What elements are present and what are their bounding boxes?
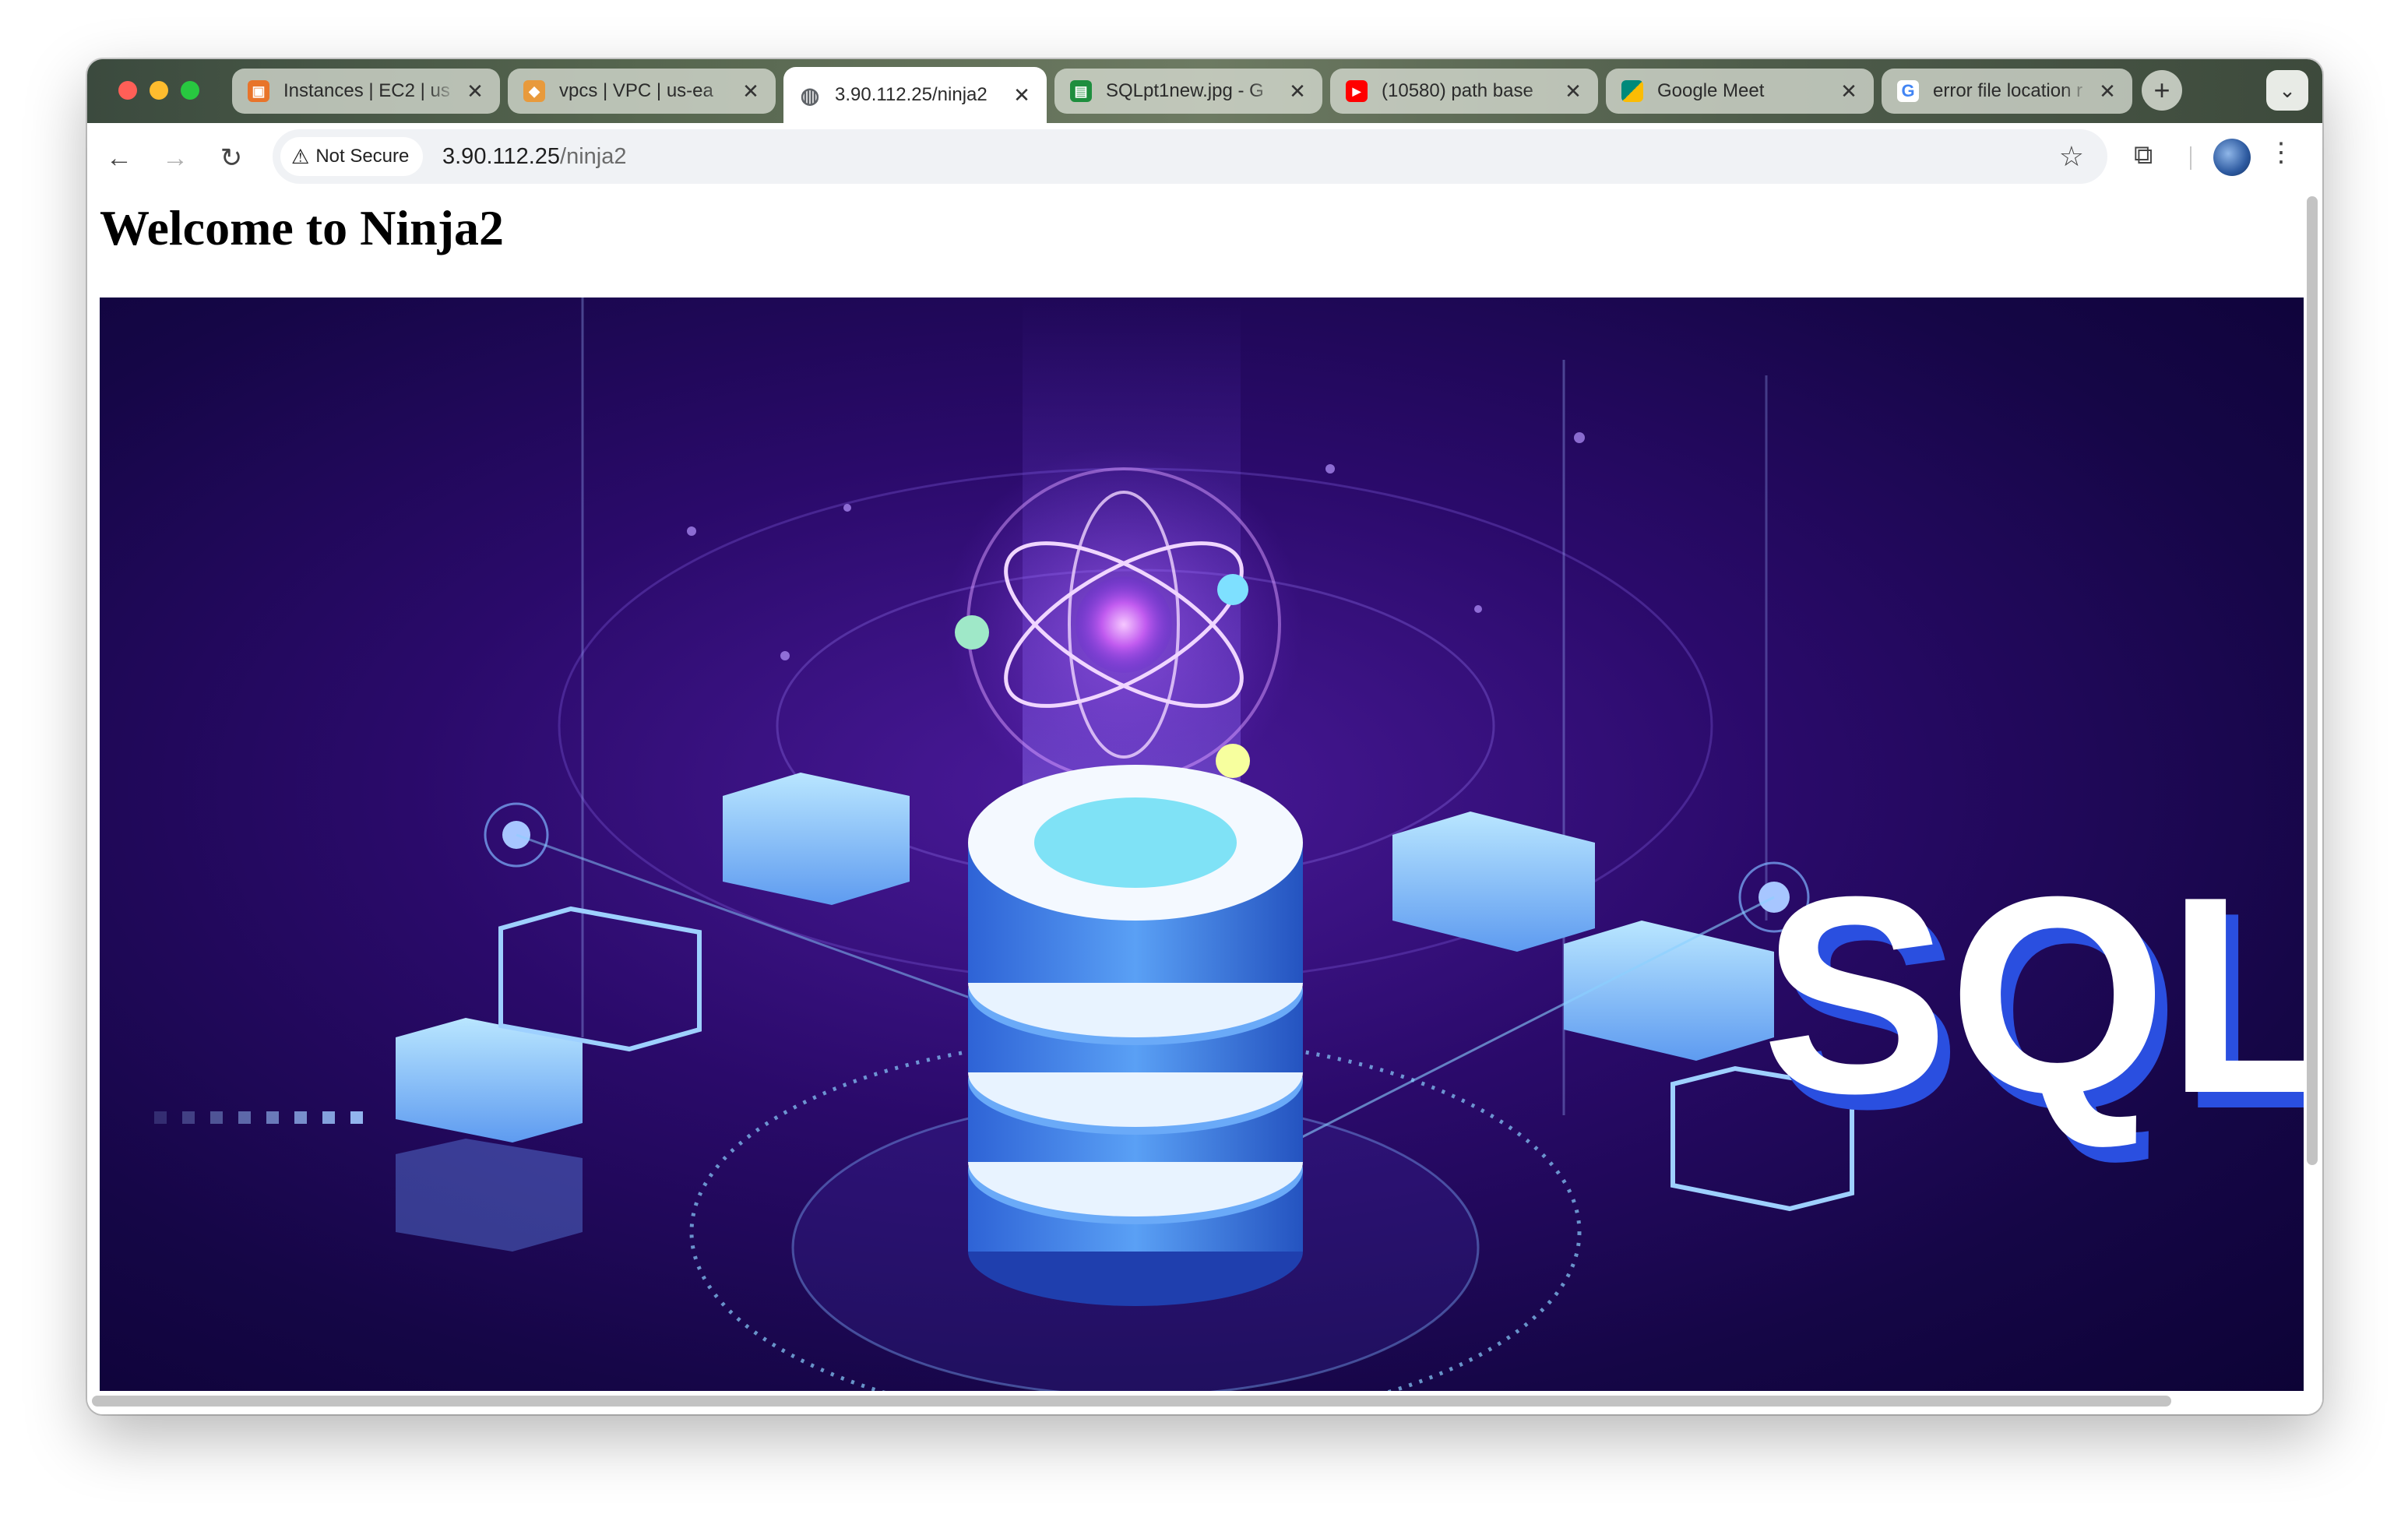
aws-ec2-icon: ▣ <box>248 80 269 102</box>
tab-search-chevron-icon[interactable]: ⌄ <box>2266 70 2308 111</box>
tab-title: Instances | EC2 | us <box>283 80 450 101</box>
tab-strip: ▣ Instances | EC2 | us ✕ ◆ vpcs | VPC | … <box>87 59 2322 123</box>
tab-ec2-instances[interactable]: ▣ Instances | EC2 | us ✕ <box>232 69 500 114</box>
tab-title: SQLpt1new.jpg - G <box>1106 80 1264 101</box>
url-path: /ninja2 <box>560 144 627 169</box>
close-icon[interactable]: ✕ <box>1838 79 1860 103</box>
more-menu-icon[interactable]: ⋮ <box>2268 137 2294 168</box>
hero-sql-text: SQL <box>1762 839 2304 1152</box>
database-illustration: SQL SQL <box>154 298 2304 1391</box>
close-icon[interactable]: ✕ <box>2096 79 2118 103</box>
new-tab-button[interactable]: + <box>2142 70 2182 111</box>
google-meet-icon <box>1621 80 1643 102</box>
close-icon[interactable]: ✕ <box>1562 79 1584 103</box>
page-heading: Welcome to Ninja2 <box>100 200 504 255</box>
page-content: Welcome to Ninja2 SQL SQL <box>87 193 2322 1414</box>
tab-title: Google Meet <box>1657 80 1765 101</box>
tab-youtube[interactable]: ▶ (10580) path base ✕ <box>1330 69 1598 114</box>
close-window-button[interactable] <box>118 81 137 100</box>
back-arrow-icon[interactable]: ← <box>101 140 137 176</box>
not-secure-chip[interactable]: ⚠ Not Secure <box>280 137 424 176</box>
close-icon[interactable]: ✕ <box>1011 83 1033 107</box>
toolbar-divider <box>2190 146 2191 170</box>
url-text[interactable]: 3.90.112.25/ninja2 <box>442 144 627 170</box>
minimize-window-button[interactable] <box>150 81 168 100</box>
tab-title: vpcs | VPC | us-ea <box>559 80 713 101</box>
forward-arrow-icon[interactable]: → <box>157 140 193 176</box>
browser-window: ▣ Instances | EC2 | us ✕ ◆ vpcs | VPC | … <box>87 59 2322 1414</box>
tab-sqlpt1new[interactable]: ▤ SQLpt1new.jpg - G ✕ <box>1054 69 1322 114</box>
bookmark-star-icon[interactable]: ☆ <box>2059 140 2084 173</box>
security-label: Not Secure <box>315 146 410 167</box>
close-icon[interactable]: ✕ <box>740 79 762 103</box>
warning-triangle-icon: ⚠ <box>291 144 310 168</box>
browser-toolbar: ← → ↻ ⚠ Not Secure 3.90.112.25/ninja2 ☆ … <box>87 123 2322 195</box>
tab-ninja2-active[interactable]: ◍ 3.90.112.25/ninja2 ✕ <box>783 67 1047 123</box>
tab-vpcs[interactable]: ◆ vpcs | VPC | us-ea ✕ <box>508 69 776 114</box>
address-bar[interactable]: ⚠ Not Secure 3.90.112.25/ninja2 ☆ <box>273 129 2107 184</box>
horizontal-scrollbar[interactable] <box>92 1396 2171 1407</box>
vertical-scrollbar[interactable] <box>2307 196 2318 1165</box>
hero-image: SQL SQL <box>100 298 2304 1391</box>
url-host: 3.90.112.25 <box>442 144 561 169</box>
aws-vpc-icon: ◆ <box>523 80 545 102</box>
globe-icon: ◍ <box>800 83 820 107</box>
tab-title: (10580) path base <box>1382 80 1533 101</box>
tab-google-meet[interactable]: Google Meet ✕ <box>1606 69 1874 114</box>
tab-title: 3.90.112.25/ninja2 <box>835 84 987 105</box>
drive-file-icon: ▤ <box>1070 80 1092 102</box>
maximize-window-button[interactable] <box>181 81 199 100</box>
tab-error-file-location[interactable]: G error file location r ✕ <box>1882 69 2132 114</box>
reload-icon[interactable]: ↻ <box>213 140 249 176</box>
extensions-puzzle-icon[interactable]: ⧉ <box>2134 140 2153 171</box>
tab-title: error file location r <box>1933 80 2083 101</box>
profile-avatar[interactable] <box>2213 139 2251 176</box>
close-icon[interactable]: ✕ <box>1287 79 1308 103</box>
youtube-icon: ▶ <box>1346 80 1368 102</box>
close-icon[interactable]: ✕ <box>464 79 486 103</box>
google-icon: G <box>1897 80 1919 102</box>
